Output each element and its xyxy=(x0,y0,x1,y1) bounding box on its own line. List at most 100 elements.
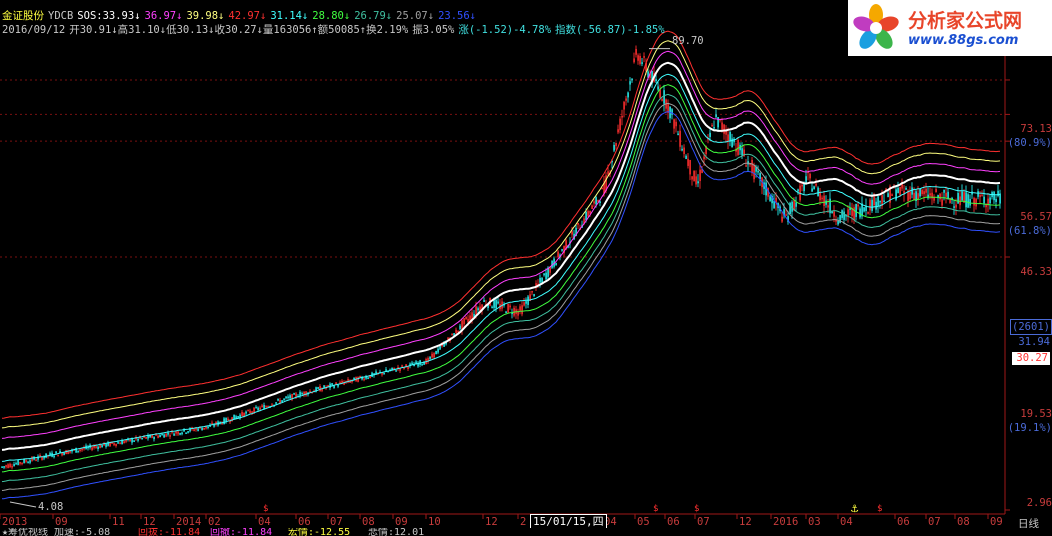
candle-body xyxy=(491,306,494,309)
candle-body xyxy=(391,367,394,370)
candle-body xyxy=(859,208,862,218)
line1-item: 26.79↓ xyxy=(354,10,393,22)
candle-body xyxy=(543,273,546,276)
candle-body xyxy=(629,81,632,85)
candle-body xyxy=(655,79,658,82)
time-tick-label: 06 xyxy=(298,516,311,528)
time-tick-label: 07 xyxy=(697,516,710,528)
candle-body xyxy=(879,200,882,203)
time-tick-label: 06 xyxy=(897,516,910,528)
candle-body xyxy=(791,201,794,212)
candle-body xyxy=(709,132,712,137)
time-tick-label: 2016 xyxy=(773,516,799,528)
candle-body xyxy=(235,416,238,419)
candle-body xyxy=(27,461,30,464)
candle-body xyxy=(905,187,908,190)
candle-body xyxy=(993,191,996,201)
signal-s-icon: $ xyxy=(694,504,699,514)
candle-body xyxy=(43,456,46,459)
quote-header: 2016/09/12 开30.91↓高31.10↓低30.13↓收30.27↓量1… xyxy=(2,23,669,37)
last-price-box: 30.27 xyxy=(1012,352,1050,365)
candle-body xyxy=(849,208,852,210)
candle-body xyxy=(167,432,170,435)
band-line-7 xyxy=(1,102,1001,491)
candle-body xyxy=(383,372,386,375)
candle-body xyxy=(871,199,874,211)
candle-body xyxy=(861,203,864,217)
candle-body xyxy=(967,194,970,208)
time-tick-label: 06 xyxy=(667,516,680,528)
line1-item: 39.98↓ xyxy=(186,10,225,22)
candle-body xyxy=(459,325,462,330)
price-tick-pct: (61.8%) xyxy=(1007,225,1052,237)
candle-body xyxy=(585,211,588,221)
candle-body xyxy=(423,362,426,365)
low-marker-line xyxy=(9,501,37,508)
candle-body xyxy=(813,186,816,190)
candle-body xyxy=(3,466,6,468)
line2-item: 振3.05% xyxy=(412,24,455,36)
candle-body xyxy=(713,126,716,129)
candle-body xyxy=(953,206,956,208)
time-tick-label: 11 xyxy=(112,516,125,528)
candle-body xyxy=(805,176,808,183)
candle-body xyxy=(493,300,496,308)
candle-body xyxy=(995,198,998,202)
candle-body xyxy=(1,466,4,468)
candle-body xyxy=(287,396,290,399)
line1-item: 金证股份 xyxy=(2,10,44,22)
line2-item: 开30.91↓高31.10↓低30.13↓收30.27↓量163056↑额500… xyxy=(69,24,409,36)
candle-body xyxy=(17,460,20,466)
candle-body xyxy=(757,170,760,173)
candle-body xyxy=(77,450,80,453)
price-tick-label: 46.33 xyxy=(1020,266,1052,278)
candle-body xyxy=(201,427,204,431)
candle-body xyxy=(961,191,964,201)
candle-body xyxy=(561,249,564,251)
candle-body xyxy=(875,201,878,210)
candle-body xyxy=(153,436,156,440)
time-tick-label: 02 xyxy=(208,516,221,528)
candle-body xyxy=(353,377,356,380)
time-tick-label: 08 xyxy=(957,516,970,528)
candle-body xyxy=(843,211,846,220)
time-tick-label: 10 xyxy=(428,516,441,528)
time-tick-label: 04 xyxy=(258,516,271,528)
time-tick-label: 2014 xyxy=(176,516,202,528)
time-tick-label: 04 xyxy=(840,516,853,528)
candle-body xyxy=(613,144,616,151)
band-line-4 xyxy=(1,73,1001,462)
candle-body xyxy=(759,173,762,179)
candle-body xyxy=(969,198,972,206)
candle-body xyxy=(837,220,840,225)
candle-body xyxy=(367,377,370,380)
peak-price-label: 89.70 xyxy=(672,35,704,47)
band-line-1 xyxy=(1,50,1001,439)
candle-body xyxy=(841,210,844,218)
band-line-3 xyxy=(1,30,1001,419)
candle-body xyxy=(13,463,16,467)
candle-body xyxy=(439,346,442,350)
kline-chart[interactable]: $ $ $ $ ⚓ xyxy=(0,0,1052,536)
candle-body xyxy=(63,452,66,455)
line2-item: 指数(-56.87)-1.85% xyxy=(555,24,665,36)
candle-body xyxy=(289,395,292,399)
candle-body xyxy=(101,445,104,448)
candle-body xyxy=(999,193,1002,204)
flower-logo-icon xyxy=(853,4,899,49)
bottom-indicator-value: 回拔:-11.84 xyxy=(138,528,201,536)
candle-body xyxy=(179,432,182,435)
candle-body xyxy=(121,440,124,445)
candle-body xyxy=(411,362,414,365)
candle-body xyxy=(883,200,886,203)
bottom-indicator-value: 回撤:-11.84 xyxy=(210,528,273,536)
candle-body xyxy=(317,387,320,389)
time-tick-label: 12 xyxy=(739,516,752,528)
line1-item: 23.56↓ xyxy=(438,10,477,22)
low-price-label: 4.08 xyxy=(38,501,64,513)
candle-body xyxy=(631,78,634,81)
candle-body xyxy=(281,400,284,402)
candle-body xyxy=(685,155,688,160)
signal-s-icon: $ xyxy=(877,504,882,514)
candle-body xyxy=(197,428,200,432)
